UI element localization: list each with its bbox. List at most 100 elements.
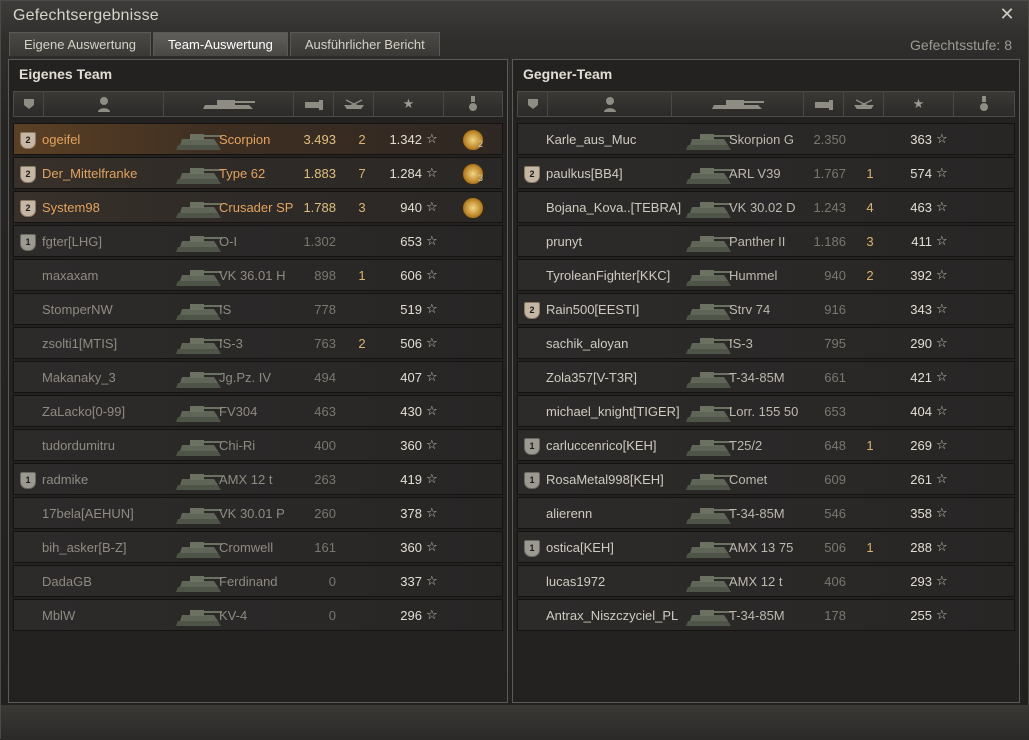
tank-name: T25/2 xyxy=(729,438,763,453)
player-row[interactable]: Antrax_Niszczyciel_PL T-34-85M 178 255 ☆ xyxy=(517,599,1015,631)
player-name[interactable]: TyroleanFighter[KKC] xyxy=(546,268,670,283)
player-row[interactable]: 2 ogeifel Scorpion 3.493 2 1.342 ☆ 2 xyxy=(13,123,503,155)
platoon-icon[interactable] xyxy=(14,92,44,116)
xp-value: 360 xyxy=(400,540,422,555)
player-row[interactable]: prunyt Panther II 1.186 3 411 ☆ xyxy=(517,225,1015,257)
player-row[interactable]: michael_knight[TIGER] Lorr. 155 50 653 404 ☆ xyxy=(517,395,1015,427)
player-row[interactable]: 1 fgter[LHG] O-I 1.302 653 ☆ xyxy=(13,225,503,257)
tab-team-auswertung[interactable]: Team-Auswertung xyxy=(153,32,288,56)
kills-value: 3 xyxy=(358,200,366,215)
player-row[interactable]: Bojana_Kova..[TEBRA] VK 30.02 D 1.243 4 463 ☆ xyxy=(517,191,1015,223)
player-name[interactable]: bih_asker[B-Z] xyxy=(42,540,127,555)
player-name[interactable]: RosaMetal998[KEH] xyxy=(546,472,664,487)
player-row[interactable]: TyroleanFighter[KKC] Hummel 940 2 392 ☆ xyxy=(517,259,1015,291)
player-name[interactable]: radmike xyxy=(42,472,88,487)
player-name[interactable]: lucas1972 xyxy=(546,574,605,589)
xp-value: 404 xyxy=(910,404,932,419)
player-name[interactable]: StomperNW xyxy=(42,302,113,317)
player-row[interactable]: 2 Rain500[EESTI] Strv 74 916 343 ☆ xyxy=(517,293,1015,325)
player-name[interactable]: Bojana_Kova..[TEBRA] xyxy=(546,200,681,215)
damage-value: 898 xyxy=(314,268,336,283)
player-row[interactable]: Zola357[V-T3R] T-34-85M 661 421 ☆ xyxy=(517,361,1015,393)
player-name[interactable]: Antrax_Niszczyciel_PL xyxy=(546,608,678,623)
player-name[interactable]: prunyt xyxy=(546,234,582,249)
damage-icon[interactable] xyxy=(804,92,844,116)
player-name[interactable]: System98 xyxy=(42,200,100,215)
player-row[interactable]: alierenn T-34-85M 546 358 ☆ xyxy=(517,497,1015,529)
medal-icon[interactable] xyxy=(444,92,502,116)
player-row[interactable]: 1 RosaMetal998[KEH] Comet 609 261 ☆ xyxy=(517,463,1015,495)
kills-icon[interactable] xyxy=(334,92,374,116)
player-name[interactable]: DadaGB xyxy=(42,574,92,589)
player-icon[interactable] xyxy=(548,92,672,116)
damage-icon[interactable] xyxy=(294,92,334,116)
xp-value: 411 xyxy=(911,234,932,249)
tank-name: IS xyxy=(219,302,232,317)
platoon-icon[interactable] xyxy=(518,92,548,116)
player-name[interactable]: carluccenrico[KEH] xyxy=(546,438,657,453)
player-name[interactable]: sachik_aloyan xyxy=(546,336,628,351)
tank-icon[interactable] xyxy=(672,92,804,116)
xp-star-icon: ☆ xyxy=(426,267,438,282)
player-name[interactable]: maxaxam xyxy=(42,268,98,283)
player-row[interactable]: sachik_aloyan IS-3 795 290 ☆ xyxy=(517,327,1015,359)
player-name[interactable]: zsolti1[MTIS] xyxy=(42,336,117,351)
player-row[interactable]: MblW KV-4 0 296 ☆ xyxy=(13,599,503,631)
player-row[interactable]: 1 carluccenrico[KEH] T25/2 648 1 269 ☆ xyxy=(517,429,1015,461)
player-name[interactable]: Karle_aus_Muc xyxy=(546,132,636,147)
player-name[interactable]: Der_Mittelfranke xyxy=(42,166,137,181)
xp-star-icon[interactable]: ★ xyxy=(374,92,444,116)
damage-value: 1.186 xyxy=(813,234,846,249)
player-name[interactable]: 17bela[AEHUN] xyxy=(42,506,134,521)
player-row[interactable]: ZaLacko[0-99] FV304 463 430 ☆ xyxy=(13,395,503,427)
player-row[interactable]: 17bela[AEHUN] VK 30.01 P 260 378 ☆ xyxy=(13,497,503,529)
close-icon[interactable]: ✕ xyxy=(998,5,1016,23)
player-row[interactable]: 1 radmike AMX 12 t 263 419 ☆ xyxy=(13,463,503,495)
xp-star-icon: ☆ xyxy=(426,573,438,588)
player-name[interactable]: ogeifel xyxy=(42,132,80,147)
tab-ausfuehrlicher-bericht[interactable]: Ausführlicher Bericht xyxy=(289,32,440,56)
player-row[interactable]: lucas1972 AMX 12 t 406 293 ☆ xyxy=(517,565,1015,597)
player-row[interactable]: Karle_aus_Muc Skorpion G 2.350 363 ☆ xyxy=(517,123,1015,155)
xp-value: 606 xyxy=(400,268,422,283)
medal-icon[interactable] xyxy=(462,197,484,219)
player-row[interactable]: 2 paulkus[BB4] ARL V39 1.767 1 574 ☆ xyxy=(517,157,1015,189)
medal-icon[interactable] xyxy=(954,92,1014,116)
player-row[interactable]: bih_asker[B-Z] Cromwell 161 360 ☆ xyxy=(13,531,503,563)
xp-star-icon[interactable]: ★ xyxy=(884,92,954,116)
player-row[interactable]: Makanaky_3 Jg.Pz. IV 494 407 ☆ xyxy=(13,361,503,393)
player-row[interactable]: 1 ostica[KEH] AMX 13 75 506 1 288 ☆ xyxy=(517,531,1015,563)
player-row[interactable]: DadaGB Ferdinand 0 337 ☆ xyxy=(13,565,503,597)
damage-value: 494 xyxy=(314,370,336,385)
xp-star-icon: ☆ xyxy=(426,403,438,418)
xp-value: 940 xyxy=(400,200,422,215)
player-name[interactable]: Zola357[V-T3R] xyxy=(546,370,637,385)
player-name[interactable]: Rain500[EESTI] xyxy=(546,302,639,317)
player-name[interactable]: paulkus[BB4] xyxy=(546,166,623,181)
player-name[interactable]: tudordumitru xyxy=(42,438,115,453)
own-team-header: ★ xyxy=(13,91,503,117)
player-row[interactable]: maxaxam VK 36.01 H 898 1 606 ☆ xyxy=(13,259,503,291)
xp-star-icon: ☆ xyxy=(936,539,948,554)
player-name[interactable]: alierenn xyxy=(546,506,592,521)
player-row[interactable]: 2 System98 Crusader SP 1.788 3 940 ☆ xyxy=(13,191,503,223)
player-name[interactable]: Makanaky_3 xyxy=(42,370,116,385)
player-row[interactable]: StomperNW IS 778 519 ☆ xyxy=(13,293,503,325)
player-name[interactable]: fgter[LHG] xyxy=(42,234,102,249)
player-row[interactable]: zsolti1[MTIS] IS-3 763 2 506 ☆ xyxy=(13,327,503,359)
player-row[interactable]: 2 Der_Mittelfranke Type 62 1.883 7 1.284 ☆ 3 xyxy=(13,157,503,189)
tank-icon xyxy=(686,134,732,150)
xp-star-icon: ☆ xyxy=(936,301,948,316)
player-icon[interactable] xyxy=(44,92,164,116)
kills-icon[interactable] xyxy=(844,92,884,116)
tank-icon xyxy=(176,474,222,490)
player-row[interactable]: tudordumitru Chi-Ri 400 360 ☆ xyxy=(13,429,503,461)
player-name[interactable]: ostica[KEH] xyxy=(546,540,614,555)
damage-value: 1.767 xyxy=(813,166,846,181)
player-name[interactable]: michael_knight[TIGER] xyxy=(546,404,680,419)
damage-value: 506 xyxy=(824,540,846,555)
tank-icon[interactable] xyxy=(164,92,294,116)
player-name[interactable]: MblW xyxy=(42,608,75,623)
tab-eigene-auswertung[interactable]: Eigene Auswertung xyxy=(9,32,152,56)
player-name[interactable]: ZaLacko[0-99] xyxy=(42,404,125,419)
